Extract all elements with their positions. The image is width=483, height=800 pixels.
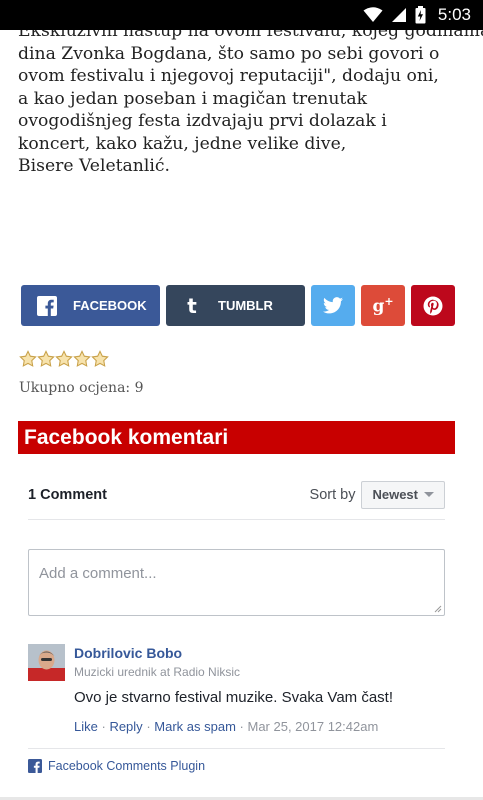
comment-timestamp[interactable]: Mar 25, 2017 12:42am xyxy=(247,719,378,734)
battery-charging-icon xyxy=(415,6,426,24)
comment-input-placeholder: Add a comment... xyxy=(39,565,157,582)
comments-header: 1 Comment Sort by Newest xyxy=(28,470,445,520)
share-tumblr-button[interactable]: t TUMBLR xyxy=(166,285,305,326)
share-pinterest-button[interactable] xyxy=(411,285,455,326)
comment-text: Ovo je stvarno festival muzike. Svaka Va… xyxy=(74,689,394,706)
star-icon[interactable] xyxy=(73,350,91,368)
comment-author[interactable]: Dobrilovic Bobo xyxy=(74,644,444,662)
wifi-icon xyxy=(363,7,383,22)
star-icon[interactable] xyxy=(55,350,73,368)
signal-icon xyxy=(391,8,406,22)
tumblr-icon: t xyxy=(187,293,197,318)
share-googleplus-button[interactable]: g+ xyxy=(361,285,405,326)
comment-input[interactable]: Add a comment... xyxy=(28,549,445,616)
share-facebook-label: FACEBOOK xyxy=(73,298,147,313)
plugin-footer: Facebook Comments Plugin xyxy=(28,748,445,773)
comments-plugin-link[interactable]: Facebook Comments Plugin xyxy=(48,759,205,773)
article-text: Ekskluzivni nastup na ovom festivalu, ko… xyxy=(18,20,483,178)
star-icon[interactable] xyxy=(91,350,109,368)
reply-link[interactable]: Reply xyxy=(109,719,142,734)
share-buttons: FACEBOOK t TUMBLR g+ xyxy=(21,285,455,326)
status-time: 5:03 xyxy=(437,5,471,24)
comment-actions: Like · Reply · Mark as spam · Mar 25, 20… xyxy=(74,718,444,736)
sort-label: Sort by xyxy=(309,486,356,503)
rating-count: Ukupno ocjena: 9 xyxy=(19,380,144,396)
chevron-down-icon xyxy=(424,492,434,497)
like-link[interactable]: Like xyxy=(74,719,98,734)
sort-control: Sort by Newest xyxy=(309,480,445,509)
status-icons: 5:03 xyxy=(363,0,471,30)
star-icon[interactable] xyxy=(37,350,55,368)
avatar[interactable] xyxy=(28,644,65,681)
article-line: dina Zvonka Bogdana, što samo po sebi go… xyxy=(18,43,440,64)
article-line: Bisere Veletanlić. xyxy=(18,156,170,176)
comment-body: Dobrilovic Bobo Muzicki urednik at Radio… xyxy=(74,644,444,736)
mark-as-spam-link[interactable]: Mark as spam xyxy=(154,719,236,734)
comment-count: 1 Comment xyxy=(28,486,107,503)
resize-handle-icon[interactable] xyxy=(434,605,442,613)
twitter-icon xyxy=(323,297,343,314)
star-icon[interactable] xyxy=(19,350,37,368)
sort-dropdown[interactable]: Newest xyxy=(361,480,445,509)
comment-author-role: Muzicki urednik at Radio Niksic xyxy=(74,665,241,679)
article-line: a kao jedan poseban i magičan trenutak xyxy=(18,88,368,109)
facebook-icon xyxy=(28,759,42,773)
googleplus-icon: g+ xyxy=(372,294,394,317)
article-line: ovom festivalu i njegovoj reputaciji", d… xyxy=(18,66,439,86)
share-facebook-button[interactable]: FACEBOOK xyxy=(21,285,160,326)
status-bar: 5:03 xyxy=(0,0,483,30)
section-title: Facebook komentari xyxy=(18,421,455,454)
facebook-comments-plugin: 1 Comment Sort by Newest Add a comment..… xyxy=(28,470,445,773)
facebook-icon xyxy=(21,295,73,316)
article-line: koncert, kako kažu, jedne velike dive, xyxy=(18,133,347,154)
pinterest-icon xyxy=(423,296,443,315)
rating-stars xyxy=(19,350,109,368)
share-twitter-button[interactable] xyxy=(311,285,355,326)
share-tumblr-label: TUMBLR xyxy=(218,298,273,313)
article-line: ovogodišnjeg festa izdvajaju prvi dolaza… xyxy=(18,111,387,131)
sort-value: Newest xyxy=(372,487,418,502)
